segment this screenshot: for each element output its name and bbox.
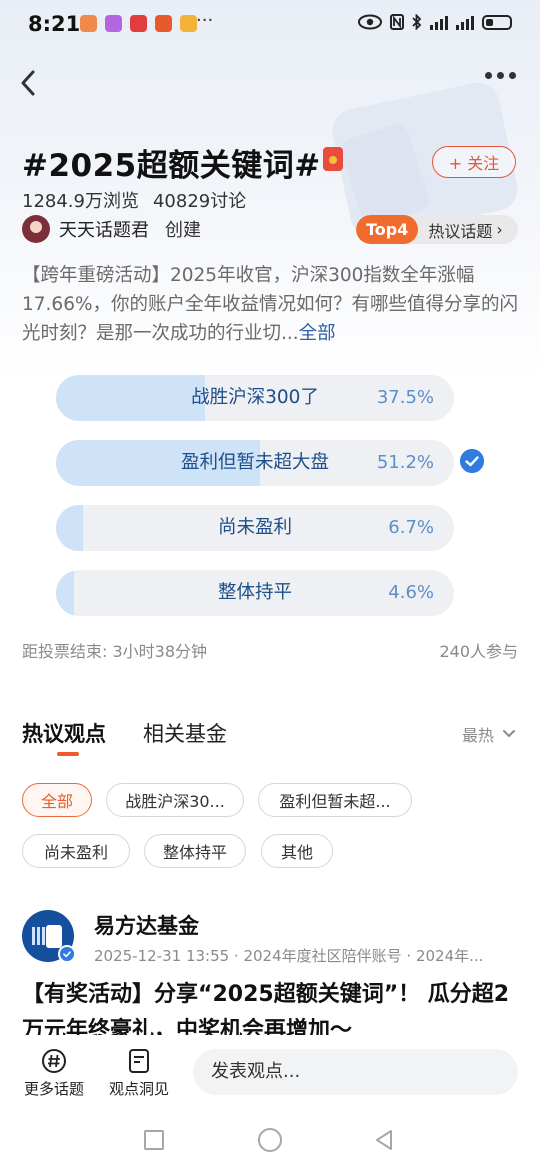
sort-label: 最热 bbox=[461, 726, 494, 745]
more-topics-label: 更多话题 bbox=[23, 1080, 84, 1098]
app-notification-icon bbox=[180, 15, 197, 32]
signal-icon bbox=[456, 14, 474, 30]
chevron-right-icon: › bbox=[496, 220, 503, 239]
verified-icon bbox=[58, 945, 76, 963]
poll-option-percent: 6.7% bbox=[388, 517, 434, 538]
poll-option[interactable]: 盈利但暂未超大盘 51.2% bbox=[56, 440, 454, 486]
topic-creator[interactable]: 天天话题君 创建 bbox=[22, 214, 201, 244]
more-options-icon[interactable] bbox=[485, 72, 516, 79]
app-notification-icon bbox=[80, 15, 97, 32]
status-bar: 8:21 ··· bbox=[0, 0, 540, 50]
hashtag-icon bbox=[42, 1049, 66, 1073]
description-text: 【跨年重磅活动】2025年收官，沪深300指数全年涨幅17.66%，你的账户全年… bbox=[22, 265, 519, 344]
hot-topic-rank-badge[interactable]: Top4 热议话题 › bbox=[356, 215, 518, 244]
post-author-name[interactable]: 易方达基金 bbox=[94, 910, 199, 940]
poll-option[interactable]: 尚未盈利 6.7% bbox=[56, 505, 454, 551]
creator-action: 创建 bbox=[165, 220, 201, 241]
post-title[interactable]: 【有奖活动】分享“2025超额关键词”！ 瓜分超2万元年终豪礼，中奖机会再增加～ bbox=[22, 977, 522, 1035]
signal-icon bbox=[430, 14, 448, 30]
poll-participants: 240人参与 bbox=[439, 642, 518, 661]
discussion-count: 40829讨论 bbox=[152, 191, 247, 212]
filter-chip[interactable]: 尚未盈利 bbox=[22, 834, 130, 868]
battery-icon bbox=[482, 14, 512, 30]
post-meta: 2025-12-31 13:55 · 2024年度社区陪伴账号 · 2024年.… bbox=[94, 947, 484, 965]
tab-hot-opinions[interactable]: 热议观点 bbox=[22, 718, 106, 748]
filter-chip[interactable]: 战胜沪深30... bbox=[106, 783, 244, 817]
brand-logo-icon bbox=[46, 925, 62, 948]
home-icon[interactable] bbox=[258, 1128, 282, 1152]
system-back-icon[interactable] bbox=[372, 1128, 396, 1152]
tab-related-funds[interactable]: 相关基金 bbox=[143, 718, 227, 748]
status-notification-icons bbox=[80, 15, 197, 32]
topic-stats: 1284.9万浏览 40829讨论 bbox=[22, 187, 246, 213]
status-time: 8:21 bbox=[28, 12, 81, 36]
poll-option-percent: 51.2% bbox=[376, 452, 434, 473]
app-notification-icon bbox=[105, 15, 122, 32]
bottom-action-bar: 更多话题 观点洞见 发表观点... bbox=[0, 1040, 540, 1108]
filter-chip[interactable]: 盈利但暂未超... bbox=[258, 783, 412, 817]
status-system-icons bbox=[358, 14, 512, 30]
view-count: 1284.9万浏览 bbox=[22, 191, 139, 212]
filter-chip-all[interactable]: 全部 bbox=[22, 783, 92, 817]
chevron-down-icon bbox=[503, 730, 515, 738]
creator-name[interactable]: 天天话题君 bbox=[59, 216, 149, 242]
follow-button[interactable]: + 关注 bbox=[432, 146, 516, 178]
topic-description: 【跨年重磅活动】2025年收官，沪深300指数全年涨幅17.66%，你的账户全年… bbox=[22, 261, 520, 348]
app-notification-icon bbox=[155, 15, 172, 32]
creator-avatar[interactable] bbox=[22, 215, 50, 243]
poll-option[interactable]: 战胜沪深300了 37.5% bbox=[56, 375, 454, 421]
sort-dropdown[interactable]: 最热 bbox=[462, 722, 516, 746]
filter-chip[interactable]: 整体持平 bbox=[144, 834, 246, 868]
back-icon[interactable] bbox=[18, 68, 40, 98]
eye-icon bbox=[358, 14, 382, 30]
insights-button[interactable]: 观点洞见 bbox=[99, 1048, 179, 1099]
system-navigation-bar bbox=[0, 1108, 540, 1170]
topic-title: #2025超额关键词# bbox=[22, 148, 321, 184]
rank-label: 热议话题 bbox=[428, 221, 493, 241]
poll-option-percent: 37.5% bbox=[376, 387, 434, 408]
selected-check-icon bbox=[460, 449, 484, 473]
document-icon bbox=[129, 1049, 149, 1073]
expand-description-link[interactable]: 全部 bbox=[299, 323, 336, 344]
comment-input[interactable]: 发表观点... bbox=[193, 1049, 518, 1095]
more-topics-button[interactable]: 更多话题 bbox=[14, 1048, 94, 1099]
more-notifications-icon: ··· bbox=[196, 10, 214, 31]
insights-label: 观点洞见 bbox=[108, 1080, 169, 1098]
poll-option-percent: 4.6% bbox=[388, 582, 434, 603]
poll-end-time: 距投票结束: 3小时38分钟 bbox=[22, 642, 208, 661]
filter-chip[interactable]: 其他 bbox=[261, 834, 333, 868]
bluetooth-icon bbox=[412, 14, 422, 30]
app-notification-icon bbox=[130, 15, 147, 32]
rank-number: Top4 bbox=[356, 215, 419, 244]
red-packet-icon[interactable] bbox=[323, 147, 343, 171]
brand-logo-icon bbox=[32, 927, 46, 945]
recent-apps-icon[interactable] bbox=[144, 1130, 164, 1150]
poll-option[interactable]: 整体持平 4.6% bbox=[56, 570, 454, 616]
nfc-icon bbox=[390, 14, 404, 30]
active-tab-indicator bbox=[57, 752, 79, 756]
